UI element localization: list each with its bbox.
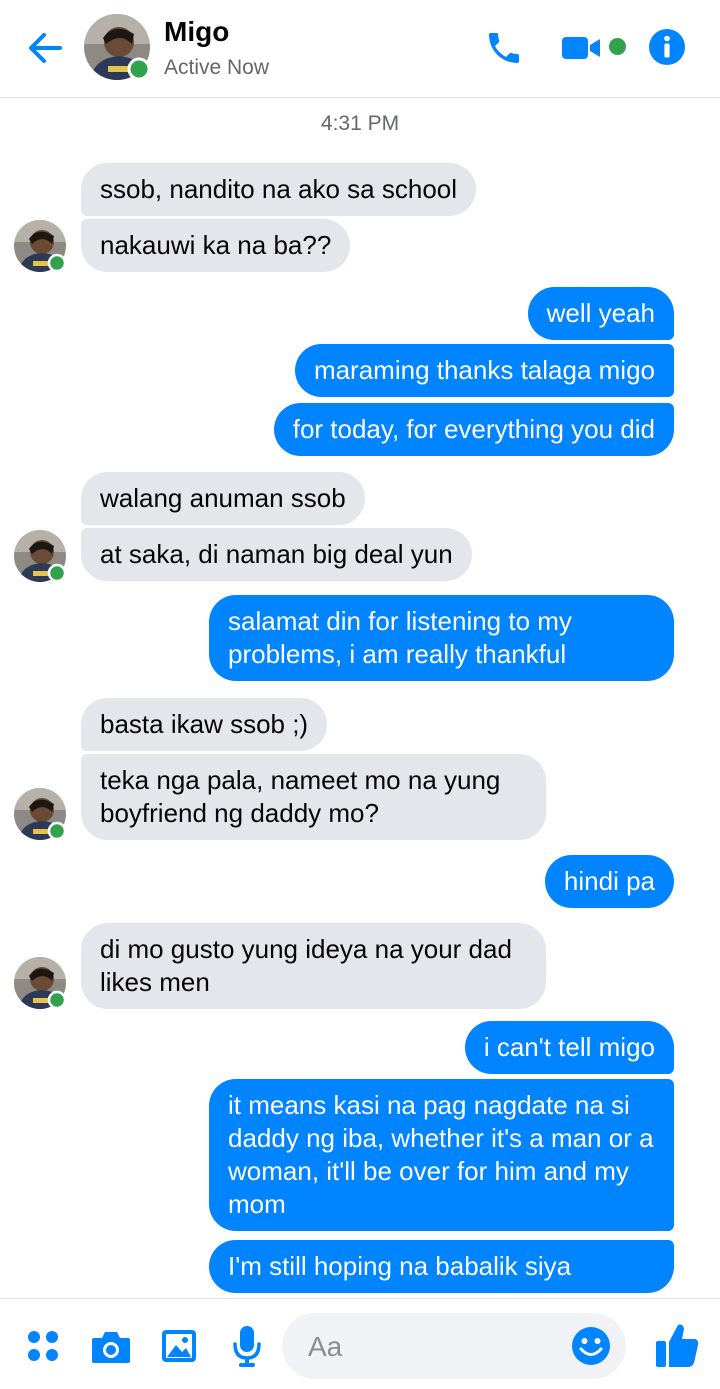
contact-avatar-small[interactable] (14, 530, 66, 582)
microphone-icon[interactable] (230, 1324, 264, 1368)
message-incoming[interactable]: at saka, di naman big deal yun (81, 528, 472, 581)
message-incoming[interactable]: basta ikaw ssob ;) (81, 698, 328, 751)
four-dots-icon[interactable] (26, 1329, 60, 1363)
timestamp: 4:31 PM (320, 112, 400, 135)
message-outgoing[interactable]: for today, for everything you did (273, 403, 674, 456)
message-incoming[interactable]: walang anuman ssob (81, 472, 365, 525)
contact-avatar-small[interactable] (14, 788, 66, 840)
online-indicator (127, 57, 150, 80)
message-incoming[interactable]: ssob, nandito na ako sa school (81, 163, 477, 216)
message-outgoing[interactable]: i can't tell migo (464, 1021, 674, 1074)
conversation-header: Migo Active Now (0, 0, 720, 98)
info-icon[interactable] (648, 28, 686, 66)
active-status: Active Now (164, 56, 270, 79)
message-incoming[interactable]: nakauwi ka na ba?? (81, 219, 351, 272)
message-input[interactable]: Aa (282, 1313, 626, 1379)
message-outgoing[interactable]: hindi pa (544, 855, 674, 908)
message-composer: Aa (0, 1298, 720, 1389)
thumbs-up-icon[interactable] (654, 1321, 700, 1369)
video-available-indicator (609, 38, 626, 55)
video-camera-icon[interactable] (560, 30, 604, 66)
contact-avatar-small[interactable] (14, 957, 66, 1009)
message-incoming[interactable]: di mo gusto yung ideya na your dad likes… (81, 923, 546, 1009)
image-icon[interactable] (160, 1328, 198, 1364)
camera-icon[interactable] (90, 1329, 132, 1365)
message-incoming[interactable]: teka nga pala, nameet mo na yung boyfrie… (81, 754, 546, 840)
message-outgoing[interactable]: salamat din for listening to my problems… (209, 595, 674, 681)
contact-name[interactable]: Migo (164, 16, 229, 48)
contact-avatar-small[interactable] (14, 220, 66, 272)
message-input-placeholder: Aa (308, 1331, 343, 1362)
smiley-icon[interactable] (571, 1326, 611, 1366)
message-outgoing[interactable]: it means kasi na pag nagdate na si daddy… (209, 1079, 674, 1231)
arrow-left-icon[interactable] (24, 27, 66, 69)
contact-avatar[interactable] (84, 14, 150, 80)
phone-icon[interactable] (484, 28, 524, 68)
message-outgoing[interactable]: maraming thanks talaga migo (294, 344, 674, 397)
message-outgoing[interactable]: well yeah (527, 287, 674, 340)
message-outgoing[interactable]: I'm still hoping na babalik siya (209, 1240, 674, 1293)
message-thread[interactable]: 4:31 PM ssob, nandito na ako sa school n… (0, 98, 720, 1298)
